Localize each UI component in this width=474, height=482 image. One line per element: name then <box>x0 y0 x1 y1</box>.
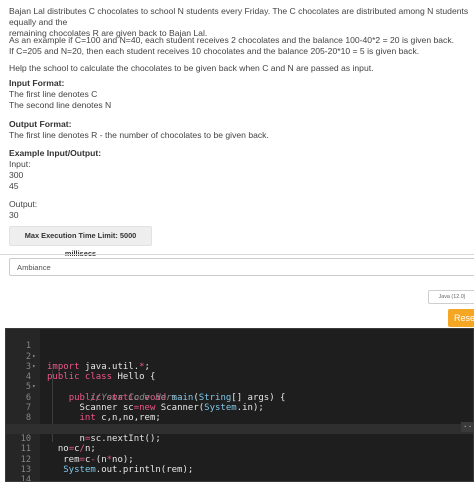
code-line: 8 c=sc.nextInt(); <box>6 403 473 433</box>
input-format-line: The second line denotes N <box>9 100 112 110</box>
reset-button[interactable]: Rese <box>448 309 474 327</box>
code-line: 3 <box>6 352 473 372</box>
execution-time-limit: Max Execution Time Limit: 5000 millisecs <box>9 226 152 258</box>
example-input-value: 45 <box>9 181 19 191</box>
input-format-heading: Input Format: <box>9 78 65 88</box>
code-line: 12 System.out.println(rem); <box>6 444 473 475</box>
code-line: 7 int c,n,no,rem; <box>6 393 473 423</box>
editor-theme-select[interactable]: Ambiance <box>9 258 474 276</box>
code-line-active: 10 no=c/n; <box>6 423 473 454</box>
code-line: 5 //Your Code Here <box>6 372 473 402</box>
code-line: 4 ▾ public static void main(String[] arg… <box>6 362 473 403</box>
code-line: 15 } <box>6 475 473 481</box>
problem-text-line: As an example if C=100 and N=40, each st… <box>9 35 455 45</box>
problem-text-line: Help the school to calculate the chocola… <box>9 63 374 73</box>
problem-text-line: Bajan Lal distributes C chocolates to sc… <box>9 6 469 28</box>
example-input-label: Input: <box>9 159 31 169</box>
divider <box>0 254 474 255</box>
output-format-heading: Output Format: <box>9 119 72 129</box>
example-output-value: 30 <box>9 210 19 220</box>
code-line: 11 rem=c-(n*no); <box>6 434 473 464</box>
code-line: 2 ▾ public class Hello { <box>6 341 473 383</box>
example-output-label: Output: <box>9 199 38 209</box>
example-input-value: 300 <box>9 170 24 180</box>
example-heading: Example Input/Output: <box>9 148 102 158</box>
code-line: 9 n=sc.nextInt(); <box>6 413 473 444</box>
code-line: 1 ▾ import java.util.*; <box>6 331 473 372</box>
code-editor[interactable]: 1 ▾ import java.util.*; 2 ▾ public class… <box>5 328 474 482</box>
code-line: 6 Scanner sc=new Scanner(System.in); <box>6 383 473 413</box>
language-select[interactable]: Java (12.0) <box>428 290 474 304</box>
input-format-line: The first line denotes C <box>9 89 98 99</box>
more-options-icon[interactable]: ... <box>461 421 473 432</box>
problem-text-line: If C=205 and N=20, then each student rec… <box>9 46 420 57</box>
code-line: 14 } <box>6 465 473 481</box>
code-line: 13 <box>6 455 473 475</box>
output-format-line: The first line denotes R - the number of… <box>9 130 269 140</box>
